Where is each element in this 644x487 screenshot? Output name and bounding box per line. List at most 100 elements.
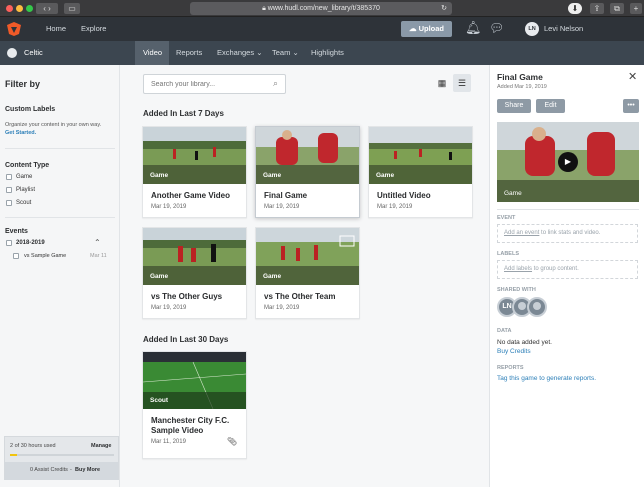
- section-last-7-days: Added In Last 7 Days: [143, 109, 224, 118]
- filter-sidebar: Filter by Custom Labels Organize your co…: [0, 65, 120, 487]
- top-navigation: Home Explore ☁ Upload 🔔︎ 💬︎ LN Levi Nels…: [0, 17, 644, 41]
- video-date: Mar 19, 2019: [264, 305, 300, 311]
- video-type-tag: Game: [150, 172, 169, 179]
- nav-home[interactable]: Home: [46, 17, 66, 41]
- search-input[interactable]: [151, 78, 261, 90]
- video-card[interactable]: Game Untitled Video Mar 19, 2019: [368, 126, 473, 218]
- checkbox-label: Playlist: [16, 187, 36, 193]
- video-card[interactable]: Game vs The Other Team Mar 19, 2019: [255, 227, 360, 319]
- video-title: Untitled Video: [377, 191, 431, 200]
- video-card[interactable]: Scout Manchester City F.C. Sample Video …: [142, 351, 247, 459]
- buy-more-link[interactable]: Buy More: [75, 467, 100, 473]
- video-title: Another Game Video: [151, 191, 230, 200]
- upload-button[interactable]: ☁ Upload: [401, 21, 452, 37]
- hudl-logo-icon[interactable]: [6, 21, 22, 37]
- assist-credits: 0 Assist Credits: [30, 467, 68, 473]
- downloads-icon[interactable]: ⬇: [568, 3, 582, 14]
- back-forward-icon[interactable]: ‹ ›: [36, 3, 58, 14]
- minimize-window-icon[interactable]: [16, 5, 23, 12]
- video-type-tag: Game: [150, 273, 169, 280]
- more-options-button[interactable]: •••: [623, 99, 639, 113]
- event-hint: to link stats and video.: [539, 230, 601, 236]
- new-tab-icon[interactable]: +: [630, 3, 642, 14]
- add-event-link[interactable]: Add an event: [504, 230, 539, 236]
- grid-view-icon[interactable]: ▦: [435, 76, 449, 90]
- video-type-tag: Game: [504, 190, 522, 197]
- checkbox-label: Game: [16, 174, 33, 180]
- chevron-down-icon: ⌄: [292, 48, 299, 57]
- tabs-icon[interactable]: ⧉: [610, 3, 624, 14]
- list-view-icon[interactable]: ☰: [453, 74, 471, 92]
- video-thumbnail: Game: [369, 127, 472, 184]
- url-bar[interactable]: 🔒︎ www.hudl.com/new_library/t/385370 ↻: [190, 2, 452, 15]
- checkbox[interactable]: [6, 187, 12, 193]
- chevron-down-icon: ⌄: [256, 48, 263, 57]
- shared-with-label: SHARED WITH: [497, 287, 536, 293]
- search-icon[interactable]: ⌕: [273, 78, 278, 89]
- tab-reports[interactable]: Reports: [176, 41, 202, 65]
- get-started-link[interactable]: Get Started.: [5, 130, 36, 136]
- search-input-wrapper[interactable]: ⌕: [143, 74, 286, 94]
- labels-field[interactable]: Add labels to group content.: [497, 260, 638, 279]
- video-date: Mar 19, 2019: [377, 204, 413, 210]
- checkbox[interactable]: [6, 240, 12, 246]
- share-icon[interactable]: ⇪: [590, 3, 604, 14]
- checkbox[interactable]: [13, 253, 19, 259]
- event-label: vs Sample Game: [24, 253, 67, 259]
- section-last-30-days: Added In Last 30 Days: [143, 335, 229, 344]
- reload-icon[interactable]: ↻: [441, 2, 447, 15]
- event-field[interactable]: Add an event to link stats and video.: [497, 224, 638, 243]
- checkbox[interactable]: [6, 174, 12, 180]
- team-logo-icon: [7, 48, 17, 58]
- team-name[interactable]: Celtic: [24, 41, 43, 65]
- checkbox[interactable]: [6, 200, 12, 206]
- tab-team[interactable]: Team ⌄: [272, 41, 299, 65]
- add-labels-link[interactable]: Add labels: [504, 266, 532, 272]
- upload-label: Upload: [418, 24, 444, 33]
- details-panel: Final Game Added Mar 19, 2019 ✕ Share Ed…: [489, 65, 644, 487]
- labels-section-label: LABELS: [497, 251, 519, 257]
- video-card[interactable]: Game vs The Other Guys Mar 19, 2019: [142, 227, 247, 319]
- custom-labels-title: Custom Labels: [5, 106, 56, 113]
- buy-credits-link[interactable]: Buy Credits: [497, 348, 531, 355]
- video-card[interactable]: Game Another Game Video Mar 19, 2019: [142, 126, 247, 218]
- share-button[interactable]: Share: [497, 99, 531, 113]
- manage-link[interactable]: Manage: [91, 443, 111, 449]
- video-date: Mar 11, 2019: [151, 439, 186, 445]
- maximize-window-icon[interactable]: [26, 5, 33, 12]
- sidebar-toggle-icon[interactable]: ▭: [64, 3, 80, 14]
- play-icon[interactable]: ▶: [558, 152, 578, 172]
- tab-highlights[interactable]: Highlights: [311, 41, 344, 65]
- user-name[interactable]: Levi Nelson: [544, 17, 583, 41]
- edit-button[interactable]: Edit: [536, 99, 565, 113]
- notifications-bell-icon[interactable]: 🔔︎: [465, 20, 482, 36]
- close-icon[interactable]: ✕: [628, 70, 637, 83]
- video-thumbnail: Game: [143, 228, 246, 285]
- video-date: Mar 19, 2019: [264, 204, 300, 210]
- chevron-up-icon[interactable]: ⌃: [94, 238, 101, 247]
- browser-toolbar: ‹ › ▭ 🔒︎ www.hudl.com/new_library/t/3853…: [0, 0, 644, 17]
- user-avatar[interactable]: LN: [525, 22, 539, 36]
- video-preview[interactable]: ▶ Game: [497, 122, 639, 202]
- panel-title: Final Game: [497, 72, 543, 82]
- content-type-title: Content Type: [5, 162, 50, 169]
- storage-progress-fill: [10, 454, 18, 456]
- messages-icon[interactable]: 💬︎: [489, 21, 504, 35]
- video-type-tag: Game: [263, 273, 282, 280]
- storage-progress-bar: [10, 454, 114, 456]
- generate-reports-link[interactable]: Tag this game to generate reports.: [497, 375, 596, 382]
- shared-group-avatar[interactable]: [527, 297, 547, 317]
- video-card-selected[interactable]: Game Final Game Mar 19, 2019: [255, 126, 360, 218]
- paperclip-icon: 📎︎: [227, 437, 238, 446]
- video-thumbnail: Game: [143, 127, 246, 184]
- event-date: Mar 11: [90, 253, 107, 259]
- nav-explore[interactable]: Explore: [81, 17, 106, 41]
- storage-widget: 2 of 30 hours used Manage 0 Assist Credi…: [4, 436, 119, 480]
- close-window-icon[interactable]: [6, 5, 13, 12]
- video-type-tag: Scout: [150, 397, 169, 404]
- video-title: vs The Other Guys: [151, 292, 223, 301]
- tab-exchanges-label: Exchanges: [217, 48, 255, 57]
- divider: [5, 148, 115, 149]
- tab-video[interactable]: Video: [143, 41, 162, 65]
- tab-exchanges[interactable]: Exchanges ⌄: [217, 41, 263, 65]
